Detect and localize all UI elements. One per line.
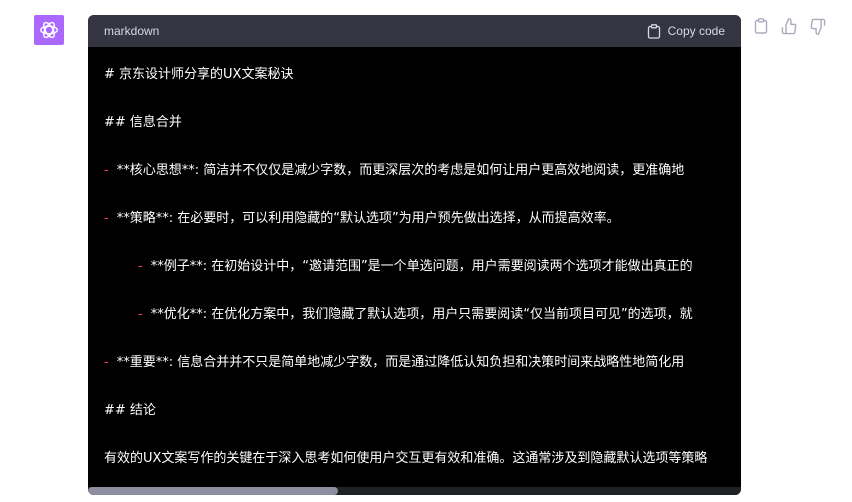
code-line-text: 有效的UX文案写作的关键在于深入思考如何使用户交互更有效和准确。这通常涉及到隐藏… bbox=[104, 451, 708, 466]
code-line-text: **重要**: 信息合并并不只是简单地减少字数，而是通过降低认知负担和决策时间来… bbox=[116, 355, 685, 370]
code-line-text: **例子**: 在初始设计中，“邀请范围”是一个单选问题，用户需要阅读两个选项才… bbox=[150, 259, 693, 274]
list-bullet: - bbox=[104, 163, 109, 178]
thumbs-up-icon bbox=[781, 17, 796, 34]
code-line-text: ## 结论 bbox=[104, 403, 156, 418]
code-line-text: **核心思想**: 简洁并不仅仅是减少字数，而更深层次的考虑是如何让用户更高效地… bbox=[116, 163, 685, 178]
code-line: # 京东设计师分享的UX文案秘诀 bbox=[104, 66, 293, 84]
copy-code-label: Copy code bbox=[667, 24, 725, 38]
list-bullet: - bbox=[104, 355, 109, 370]
message-actions bbox=[752, 17, 826, 35]
list-bullet: - bbox=[138, 259, 143, 274]
thumbs-down-icon bbox=[810, 18, 825, 35]
horizontal-scrollbar[interactable] bbox=[88, 487, 741, 495]
scrollbar-thumb[interactable] bbox=[88, 487, 338, 495]
code-line: ## 结论 bbox=[104, 402, 156, 420]
clipboard-icon bbox=[647, 23, 660, 39]
thumbs-down-button[interactable] bbox=[808, 17, 826, 35]
code-line: - **核心思想**: 简洁并不仅仅是减少字数，而更深层次的考虑是如何让用户更高效… bbox=[104, 162, 684, 180]
openai-logo-icon bbox=[40, 21, 58, 39]
code-line: 有效的UX文案写作的关键在于深入思考如何使用户交互更有效和准确。这通常涉及到隐藏… bbox=[104, 450, 707, 468]
code-line: - **例子**: 在初始设计中，“邀请范围”是一个单选问题，用户需要阅读两个选项… bbox=[138, 258, 693, 276]
code-content[interactable]: # 京东设计师分享的UX文案秘诀 ## 信息合并 - **核心思想**: 简洁并不… bbox=[88, 47, 741, 487]
code-block-header: markdown Copy code bbox=[88, 15, 741, 47]
clipboard-icon bbox=[754, 18, 768, 34]
code-block: markdown Copy code # 京东设计师分享的UX文案秘诀 ## 信… bbox=[88, 15, 741, 495]
code-line: ## 信息合并 bbox=[104, 114, 182, 132]
code-line-text: **优化**: 在优化方案中，我们隐藏了默认选项，用户只需要阅读“仅当前项目可见… bbox=[150, 307, 693, 322]
code-language-label: markdown bbox=[104, 24, 160, 38]
list-bullet: - bbox=[104, 211, 109, 226]
copy-code-button[interactable]: Copy code bbox=[647, 23, 725, 39]
code-line: - **优化**: 在优化方案中，我们隐藏了默认选项，用户只需要阅读“仅当前项目可… bbox=[138, 306, 693, 324]
code-line-text: # 京东设计师分享的UX文案秘诀 bbox=[104, 67, 294, 82]
assistant-avatar bbox=[34, 15, 64, 45]
code-line: - **重要**: 信息合并并不只是简单地减少字数，而是通过降低认知负担和决策时间… bbox=[104, 354, 684, 372]
code-line: - **策略**: 在必要时，可以利用隐藏的“默认选项”为用户预先做出选择，从而提… bbox=[104, 210, 620, 228]
code-line-text: ## 信息合并 bbox=[104, 115, 182, 130]
list-bullet: - bbox=[138, 307, 143, 322]
copy-message-button[interactable] bbox=[752, 17, 770, 35]
code-line-text: **策略**: 在必要时，可以利用隐藏的“默认选项”为用户预先做出选择，从而提高… bbox=[116, 211, 620, 226]
chat-message: markdown Copy code # 京东设计师分享的UX文案秘诀 ## 信… bbox=[0, 0, 852, 502]
thumbs-up-button[interactable] bbox=[780, 17, 798, 35]
